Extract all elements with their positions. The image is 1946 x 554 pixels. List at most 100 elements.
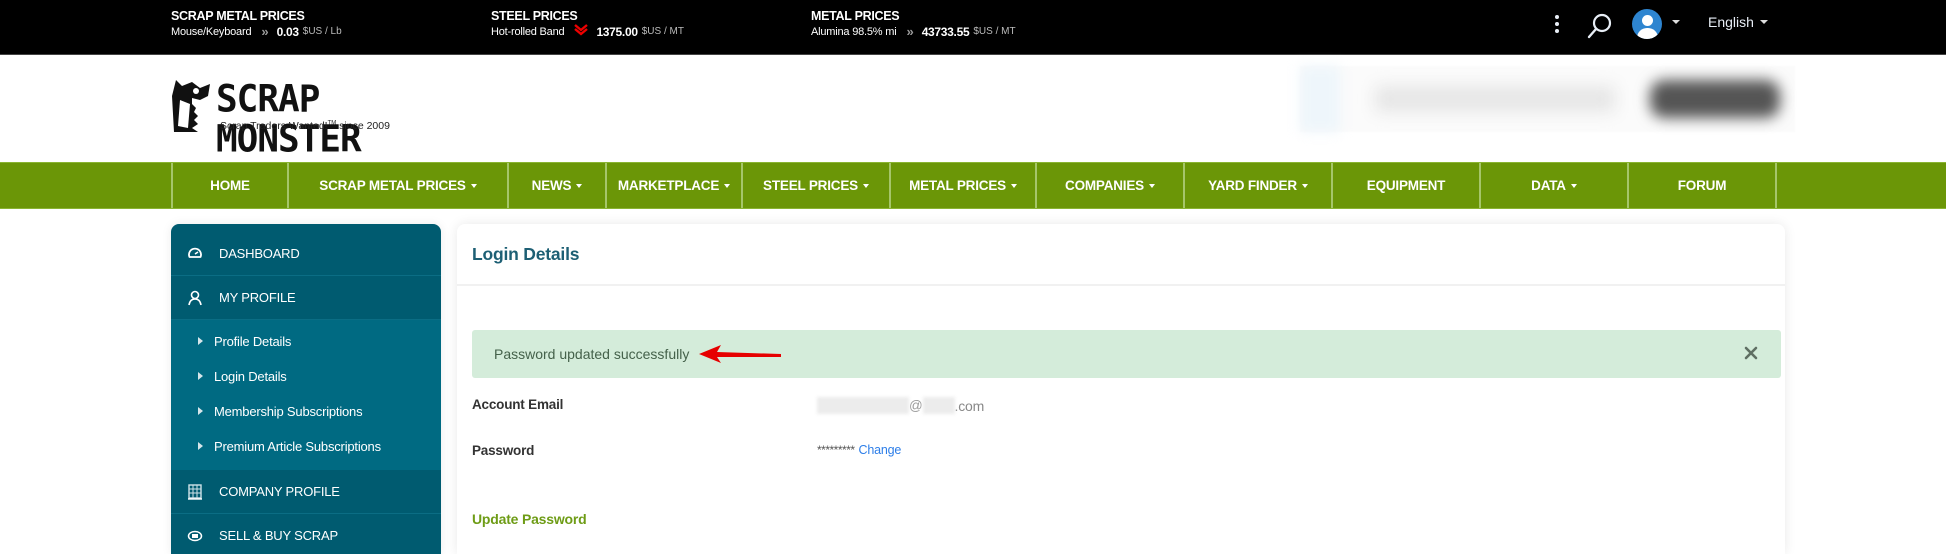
ticker-unit: $US / MT xyxy=(973,26,1016,37)
sidebar-item-my-profile[interactable]: MY PROFILE xyxy=(171,276,441,320)
chevron-down-icon xyxy=(724,183,731,188)
login-details-card: Login Details Password updated successfu… xyxy=(457,224,1785,554)
price-ticker-bar: SCRAP METAL PRICES Mouse/Keyboard » 0.03… xyxy=(0,0,1946,55)
double-chevron-right-icon: » xyxy=(261,24,269,39)
sidebar-link-login-details[interactable]: Login Details xyxy=(171,359,441,394)
field-label: Password xyxy=(472,443,535,458)
ticker-title: SCRAP METAL PRICES xyxy=(171,9,305,23)
sidebar-item-label: COMPANY PROFILE xyxy=(219,484,340,499)
nav-item-companies[interactable]: COMPANIES xyxy=(1037,163,1185,208)
ticker-scrap-metal-prices[interactable]: SCRAP METAL PRICES Mouse/Keyboard » 0.03… xyxy=(171,9,342,40)
change-password-link[interactable]: Change xyxy=(859,443,902,457)
caret-right-icon xyxy=(198,372,203,380)
sidebar-item-dashboard[interactable]: DASHBOARD xyxy=(171,232,441,276)
field-label: Account Email xyxy=(472,397,564,412)
chevron-down-icon xyxy=(1010,183,1017,188)
logo-tagline: Scrap Traders Wanted!TM since 2009 xyxy=(220,120,390,132)
nav-item-label: FORUM xyxy=(1677,178,1727,193)
ticker-value: 1375.00 xyxy=(596,25,638,39)
nav-item-label: YARD FINDER xyxy=(1208,178,1297,193)
nav-item-home[interactable]: HOME xyxy=(173,163,289,208)
chevron-down-icon xyxy=(1759,20,1768,24)
main-navigation: HOME SCRAP METAL PRICES NEWS MARKETPLACE STE… xyxy=(0,162,1946,209)
dashboard-gauge-icon xyxy=(188,247,202,258)
nav-item-news[interactable]: NEWS xyxy=(509,163,607,208)
sidebar-link-label: Membership Subscriptions xyxy=(214,404,363,419)
chevron-down-icon xyxy=(1148,183,1155,188)
password-value: ********* Change xyxy=(817,443,901,457)
close-icon[interactable] xyxy=(1743,345,1759,361)
nav-item-forum[interactable]: FORUM xyxy=(1629,163,1777,208)
card-header: Login Details xyxy=(457,224,1785,286)
caret-right-icon xyxy=(198,442,203,450)
chevron-down-icon xyxy=(576,183,583,188)
update-password-link[interactable]: Update Password xyxy=(472,511,587,527)
nav-item-label: NEWS xyxy=(531,178,572,193)
chevron-down-icon xyxy=(1301,183,1308,188)
ticker-unit: $US / Lb xyxy=(302,26,342,37)
redacted-header-banner xyxy=(1300,66,1795,132)
handshake-icon xyxy=(187,530,203,542)
nav-item-label: COMPANIES xyxy=(1065,178,1144,193)
page-title: Login Details xyxy=(472,243,580,264)
nav-item-metal-prices[interactable]: METAL PRICES xyxy=(891,163,1037,208)
ticker-title: METAL PRICES xyxy=(811,9,900,23)
user-menu-caret-icon[interactable] xyxy=(1672,20,1680,24)
kebab-menu-icon[interactable] xyxy=(1552,15,1562,37)
annotation-arrow-icon xyxy=(699,345,782,363)
success-alert: Password updated successfully xyxy=(472,330,1781,378)
chevron-down-icon xyxy=(470,183,477,188)
ticker-steel-prices[interactable]: STEEL PRICES Hot-rolled Band 1375.00 $US… xyxy=(491,9,684,40)
sidebar-link-profile-details[interactable]: Profile Details xyxy=(171,324,441,359)
sidebar-item-label: DASHBOARD xyxy=(219,246,300,261)
sidebar-item-company-profile[interactable]: COMPANY PROFILE xyxy=(171,470,441,514)
account-sidebar: DASHBOARD MY PROFILE Profile Details Log… xyxy=(171,224,441,554)
caret-right-icon xyxy=(198,337,203,345)
ticker-item: Mouse/Keyboard xyxy=(171,26,252,38)
nav-item-steel-prices[interactable]: STEEL PRICES xyxy=(743,163,891,208)
nav-item-label: EQUIPMENT xyxy=(1366,178,1446,193)
monster-logo-icon xyxy=(172,80,210,132)
double-chevron-down-icon xyxy=(574,24,589,40)
sidebar-item-label: MY PROFILE xyxy=(219,290,296,305)
account-email-row: Account Email @ .com xyxy=(472,397,984,414)
redacted-email-user xyxy=(817,397,909,414)
ticker-metal-prices[interactable]: METAL PRICES Alumina 98.5% mi » 43733.55… xyxy=(811,9,1016,40)
nav-item-yard-finder[interactable]: YARD FINDER xyxy=(1185,163,1333,208)
language-selector[interactable]: English xyxy=(1708,14,1768,30)
search-icon[interactable] xyxy=(1586,12,1614,40)
nav-item-label: DATA xyxy=(1531,178,1566,193)
nav-item-label: STEEL PRICES xyxy=(763,178,858,193)
sidebar-link-membership-subscriptions[interactable]: Membership Subscriptions xyxy=(171,394,441,429)
ticker-value: 43733.55 xyxy=(921,25,970,39)
language-label: English xyxy=(1708,14,1754,30)
email-at-sign: @ xyxy=(909,398,923,413)
chevron-down-icon xyxy=(862,183,869,188)
email-domain-suffix: .com xyxy=(954,397,985,414)
ticker-title: STEEL PRICES xyxy=(491,9,578,23)
nav-item-label: METAL PRICES xyxy=(909,178,1006,193)
chevron-down-icon xyxy=(1570,183,1577,188)
sidebar-link-premium-article-subscriptions[interactable]: Premium Article Subscriptions xyxy=(171,429,441,464)
ticker-item: Alumina 98.5% mi xyxy=(811,26,897,38)
ticker-value: 0.03 xyxy=(276,25,299,39)
password-row: Password ********* Change xyxy=(472,443,901,458)
nav-item-label: MARKETPLACE xyxy=(617,178,720,193)
building-icon xyxy=(188,484,202,500)
nav-item-data[interactable]: DATA xyxy=(1481,163,1629,208)
nav-item-label: SCRAP METAL PRICES xyxy=(319,178,466,193)
sidebar-link-label: Premium Article Subscriptions xyxy=(214,439,381,454)
double-chevron-right-icon: » xyxy=(906,24,914,39)
sidebar-link-label: Profile Details xyxy=(214,334,292,349)
nav-item-marketplace[interactable]: MARKETPLACE xyxy=(607,163,743,208)
site-logo[interactable]: SCRAP MONSTER Scrap Traders Wanted!TM si… xyxy=(170,76,460,159)
nav-item-scrap-metal-prices[interactable]: SCRAP METAL PRICES xyxy=(289,163,509,208)
nav-item-equipment[interactable]: EQUIPMENT xyxy=(1333,163,1481,208)
ticker-item: Hot-rolled Band xyxy=(491,26,565,38)
sidebar-item-sell-buy-scrap[interactable]: SELL & BUY SCRAP xyxy=(171,514,441,554)
site-header: SCRAP MONSTER Scrap Traders Wanted!TM si… xyxy=(0,56,1946,162)
caret-right-icon xyxy=(198,407,203,415)
account-email-value: @ .com xyxy=(817,397,984,414)
nav-item-label: HOME xyxy=(210,178,250,193)
user-avatar-icon[interactable] xyxy=(1632,9,1662,39)
